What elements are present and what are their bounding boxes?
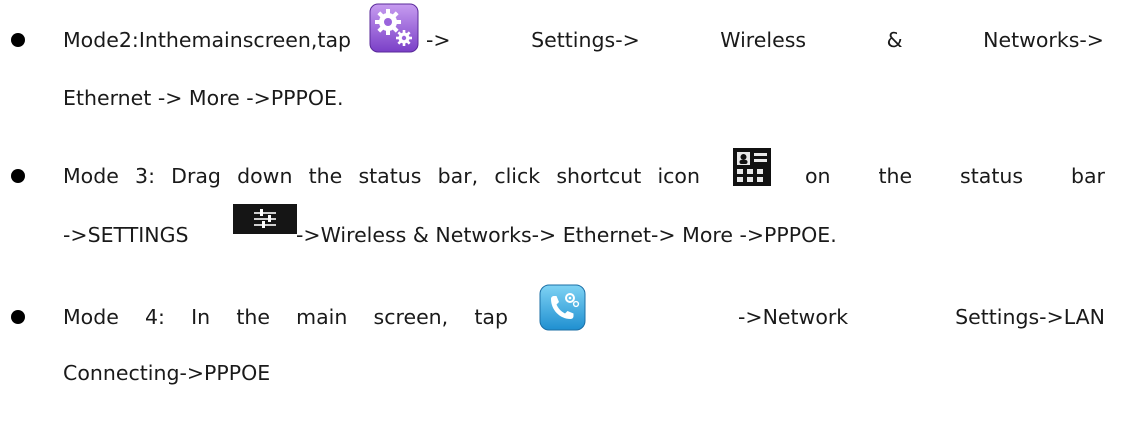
word: status	[960, 164, 1024, 188]
mode-2-line2: Ethernet -> More ->PPPOE.	[63, 86, 344, 110]
word: down	[237, 164, 293, 188]
mode-3-line1-continued: on the status bar	[805, 162, 1105, 190]
word: ->Network	[738, 305, 849, 329]
word: Networks->	[983, 28, 1104, 52]
word: the	[157, 28, 192, 52]
word: shortcut	[556, 164, 642, 188]
bullet	[11, 33, 25, 47]
word: Settings->LAN	[955, 305, 1105, 329]
purple-gears-settings-icon	[369, 3, 419, 53]
word: click	[494, 164, 541, 188]
word: main	[296, 305, 348, 329]
word: on	[805, 164, 831, 188]
word: Mode	[63, 164, 119, 188]
word: 3:	[135, 164, 155, 188]
word: status	[358, 164, 422, 188]
word: In	[138, 28, 158, 52]
word: Settings->	[531, 28, 640, 52]
word: screen,	[242, 28, 318, 52]
mode-2-line1: Mode 2: In the main screen, tap	[63, 26, 351, 54]
settings-sliders-icon	[233, 204, 297, 234]
word: the	[878, 164, 913, 188]
word: the	[308, 164, 343, 188]
word: Mode	[63, 305, 119, 329]
word: bar,	[437, 164, 479, 188]
word: tap	[474, 305, 508, 329]
phone-settings-icon	[539, 284, 586, 331]
status-bar-shortcut-icon	[733, 148, 771, 186]
word: In	[191, 305, 211, 329]
word: icon	[657, 164, 700, 188]
mode-3-line2-prefix: ->SETTINGS	[63, 223, 189, 247]
bullet	[11, 310, 25, 324]
mode-3-line1: Mode 3: Drag down the status bar, click …	[63, 162, 700, 190]
mode-4-line2: Connecting->PPPOE	[63, 361, 271, 385]
word: &	[886, 28, 903, 52]
word: Wireless	[720, 28, 807, 52]
word: main	[191, 28, 243, 52]
word: bar	[1070, 164, 1105, 188]
mode-4-line1: Mode 4: In the main screen, tap	[63, 303, 508, 331]
word: Mode	[63, 28, 119, 52]
bullet	[11, 169, 25, 183]
word: ->	[426, 28, 451, 52]
mode-4-line1-continued: ->Network Settings->LAN	[738, 303, 1105, 331]
word: the	[236, 305, 270, 329]
mode-3-line2-suffix: ->Wireless & Networks-> Ethernet-> More …	[296, 223, 837, 247]
word: 2:	[118, 28, 139, 52]
word: 4:	[145, 305, 165, 329]
word: Drag	[171, 164, 221, 188]
word: tap	[317, 28, 352, 52]
mode-2-line1-continued: -> Settings-> Wireless & Networks->	[426, 26, 1104, 54]
word: screen,	[373, 305, 449, 329]
